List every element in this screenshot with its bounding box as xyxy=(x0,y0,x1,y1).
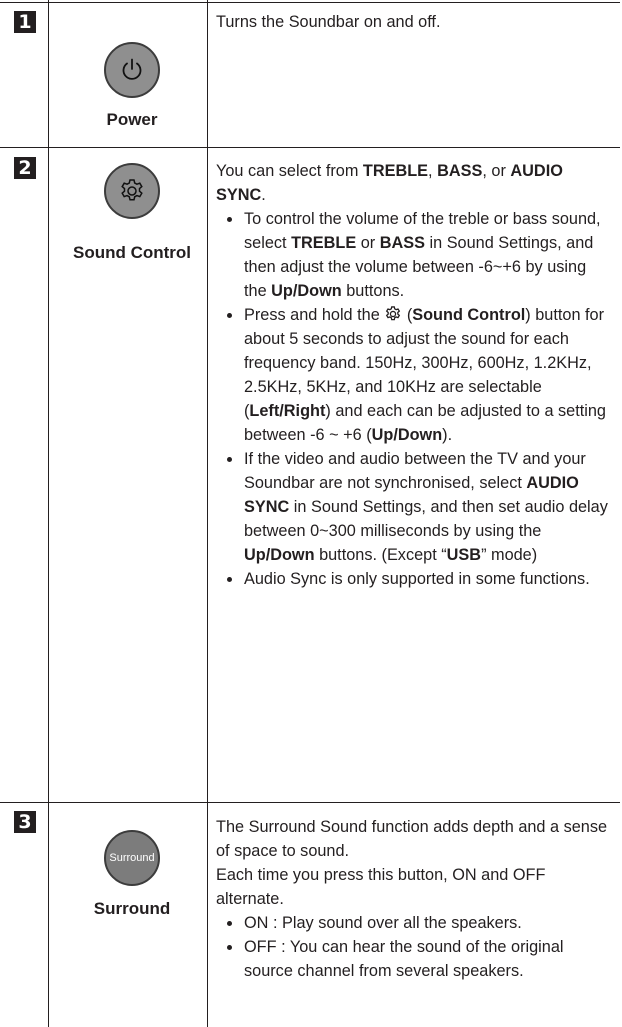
surround-label: Surround xyxy=(93,899,171,918)
gear-icon xyxy=(121,179,143,201)
sound-control-label: Sound Control xyxy=(72,243,192,262)
list-item: ON : Play sound over all the speakers. xyxy=(216,911,608,935)
power-description-text: Turns the Soundbar on and off. xyxy=(216,13,441,31)
list-item: Audio Sync is only supported in some fun… xyxy=(216,567,608,591)
sound-control-button xyxy=(104,163,160,219)
gear-icon xyxy=(386,306,401,321)
treble-keyword: TREBLE xyxy=(291,234,357,252)
usb-keyword: USB xyxy=(446,546,482,564)
text: ( xyxy=(402,306,413,324)
sound-control-description: You can select from TREBLE, BASS, or AUD… xyxy=(216,159,608,591)
row-divider-1 xyxy=(0,147,620,148)
text: Audio Sync is only supported in some fun… xyxy=(244,570,590,588)
left-right-keyword: Left/Right xyxy=(249,402,326,420)
row-divider-2 xyxy=(0,802,620,803)
text: , or xyxy=(482,162,511,180)
text: ). xyxy=(442,426,453,444)
bass-keyword: BASS xyxy=(379,234,425,252)
surround-paragraph-2: Each time you press this button, ON and … xyxy=(216,866,546,908)
text: ” mode) xyxy=(481,546,538,564)
column-divider-left xyxy=(48,0,49,1027)
text: or xyxy=(356,234,380,252)
list-item: Press and hold the (Sound Control) butto… xyxy=(216,303,608,447)
row-number-2: 2 xyxy=(14,157,36,179)
power-description: Turns the Soundbar on and off. xyxy=(216,10,608,34)
sound-control-keyword: Sound Control xyxy=(412,306,526,324)
text: buttons. (Except “ xyxy=(314,546,447,564)
column-divider-right xyxy=(207,0,208,1027)
power-button xyxy=(104,42,160,98)
up-down-keyword: Up/Down xyxy=(244,546,315,564)
list-item: If the video and audio between the TV an… xyxy=(216,447,608,567)
row-number-1: 1 xyxy=(14,11,36,33)
power-icon xyxy=(122,58,142,80)
text: buttons. xyxy=(341,282,405,300)
list-item: To control the volume of the treble or b… xyxy=(216,207,608,303)
list-item: OFF : You can hear the sound of the orig… xyxy=(216,935,608,983)
treble-keyword: TREBLE xyxy=(362,162,429,180)
text: You can select from xyxy=(216,162,363,180)
text: , xyxy=(428,162,438,180)
text: in Sound Settings, and then set audio de… xyxy=(244,498,608,540)
power-label: Power xyxy=(106,110,158,129)
surround-button: Surround xyxy=(104,830,160,886)
surround-bullets: ON : Play sound over all the speakers. O… xyxy=(216,911,608,983)
sound-control-intro: You can select from TREBLE, BASS, or AUD… xyxy=(216,159,608,207)
text: Press and hold the xyxy=(244,306,385,324)
surround-paragraph-1: The Surround Sound function adds depth a… xyxy=(216,818,608,860)
surround-button-text: Surround xyxy=(109,852,155,864)
sound-control-bullets: To control the volume of the treble or b… xyxy=(216,207,608,591)
table-top-border xyxy=(0,2,620,3)
up-down-keyword: Up/Down xyxy=(371,426,443,444)
row-number-3: 3 xyxy=(14,811,36,833)
text: . xyxy=(261,186,266,204)
bass-keyword: BASS xyxy=(437,162,483,180)
surround-description: The Surround Sound function adds depth a… xyxy=(216,815,608,983)
up-down-keyword: Up/Down xyxy=(271,282,342,300)
